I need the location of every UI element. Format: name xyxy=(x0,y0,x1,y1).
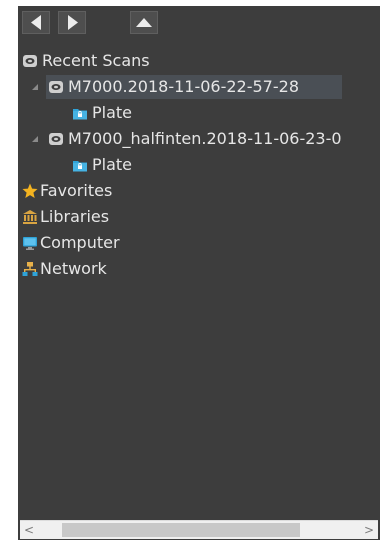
scan-drive-icon xyxy=(49,133,63,145)
tree-item-computer[interactable]: Computer xyxy=(18,230,380,256)
plate-folder-icon xyxy=(73,161,87,172)
tree-item-label: Plate xyxy=(92,103,133,122)
triangle-left-icon xyxy=(31,15,41,30)
scroll-right-button[interactable]: > xyxy=(360,521,378,539)
scan-drive-icon xyxy=(49,81,63,93)
star-icon xyxy=(22,183,38,198)
tree-item-label: Libraries xyxy=(40,207,110,226)
expanded-arrow-icon[interactable] xyxy=(30,74,40,100)
tree-item-label: M7000_halfinten.2018-11-06-23-0 xyxy=(68,129,342,148)
tree-item-scan-1-plate[interactable]: Plate xyxy=(18,100,380,126)
explorer-panel: Recent Scans M7000.2018-11-06-22-57-28 P… xyxy=(18,6,380,540)
tree-item-label: Computer xyxy=(40,233,120,252)
tree-item-label: M7000.2018-11-06-22-57-28 xyxy=(68,77,299,96)
tree-item-scan-1[interactable]: M7000.2018-11-06-22-57-28 xyxy=(18,74,380,100)
back-button[interactable] xyxy=(22,11,50,34)
plate-folder-icon xyxy=(73,109,87,120)
expanded-arrow-icon[interactable] xyxy=(30,126,40,152)
tree-item-label: Recent Scans xyxy=(42,51,150,70)
library-icon xyxy=(23,210,37,224)
scroll-left-button[interactable]: < xyxy=(20,521,38,539)
folder-tree: Recent Scans M7000.2018-11-06-22-57-28 P… xyxy=(18,48,380,282)
tree-item-label: Network xyxy=(40,259,107,278)
triangle-right-icon xyxy=(68,15,78,30)
scan-drive-icon xyxy=(23,55,37,67)
triangle-up-icon xyxy=(136,18,152,27)
network-icon xyxy=(22,262,38,276)
tree-item-label: Plate xyxy=(92,155,133,174)
up-button[interactable] xyxy=(130,11,158,34)
tree-item-network[interactable]: Network xyxy=(18,256,380,282)
scrollbar-thumb[interactable] xyxy=(62,523,300,537)
forward-button[interactable] xyxy=(58,11,86,34)
tree-item-scan-2-plate[interactable]: Plate xyxy=(18,152,380,178)
horizontal-scrollbar[interactable]: < > xyxy=(20,520,378,539)
tree-item-recent-scans[interactable]: Recent Scans xyxy=(18,48,380,74)
tree-item-favorites[interactable]: Favorites xyxy=(18,178,380,204)
tree-item-libraries[interactable]: Libraries xyxy=(18,204,380,230)
tree-item-scan-2[interactable]: M7000_halfinten.2018-11-06-23-0 xyxy=(18,126,380,152)
tree-item-label: Favorites xyxy=(40,181,113,200)
monitor-icon xyxy=(23,237,37,250)
nav-toolbar xyxy=(18,6,380,38)
